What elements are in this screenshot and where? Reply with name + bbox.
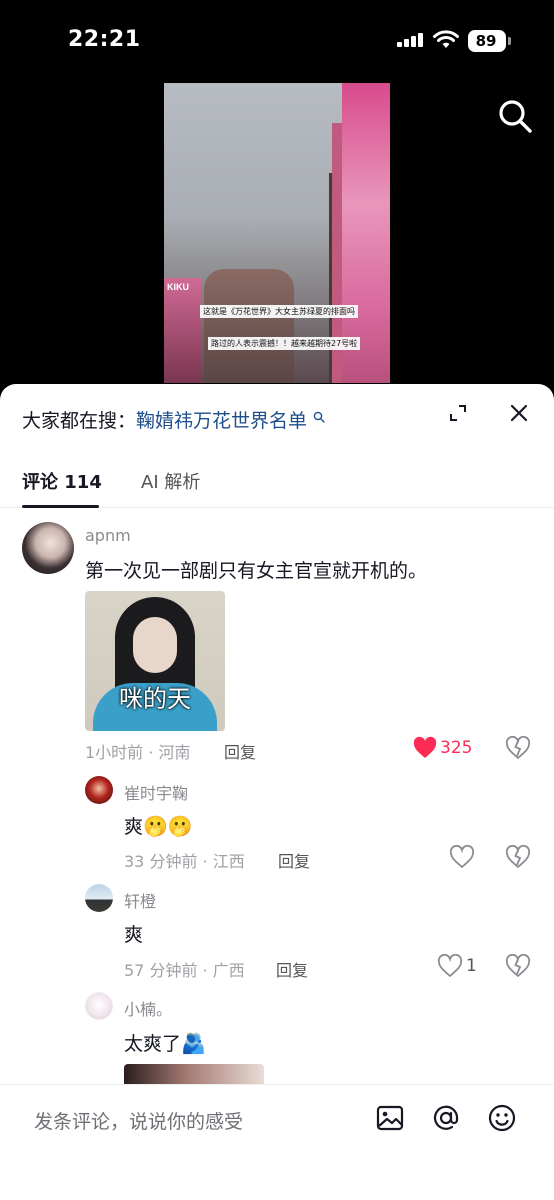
- reply-text: 爽🫢🫢: [124, 812, 193, 839]
- reply-username[interactable]: 轩橙: [124, 888, 156, 912]
- comment-tabs: 评论 114 AI 解析: [0, 454, 554, 508]
- search-icon[interactable]: [497, 98, 533, 134]
- dislike-broken-heart-icon[interactable]: [505, 736, 531, 760]
- reply-avatar[interactable]: [85, 776, 113, 804]
- wifi-icon: [433, 30, 459, 48]
- reply-avatar[interactable]: [85, 992, 113, 1020]
- comment-username[interactable]: apnm: [85, 526, 131, 545]
- reply-text-content: 太爽了: [124, 1033, 182, 1055]
- reply-username[interactable]: 小楠。: [124, 996, 172, 1020]
- like-heart-icon[interactable]: [449, 845, 475, 869]
- active-tab-indicator: [22, 505, 99, 508]
- reply-emoji: 🫂: [181, 1031, 206, 1055]
- status-bar: 22:21 89: [0, 0, 554, 80]
- reply-button[interactable]: 回复: [278, 848, 310, 872]
- battery-cap: [508, 37, 511, 45]
- comment-meta: 1小时前 · 河南: [85, 743, 191, 762]
- video-player[interactable]: KIKU 这就是《万花世界》大女主苏绿夏的排面吗 路过的人表示震撼！！越来越期待…: [164, 83, 390, 383]
- sticker-caption: 咪的天: [119, 685, 191, 713]
- video-caption-2: 路过的人表示震撼！！越来越期待27号啦: [208, 337, 361, 350]
- dislike-broken-heart-icon[interactable]: [505, 954, 531, 978]
- video-banner-text: KIKU: [167, 282, 189, 292]
- tab-comments[interactable]: 评论 114: [22, 468, 102, 494]
- video-building: [204, 269, 294, 383]
- dislike-broken-heart-icon[interactable]: [505, 845, 531, 869]
- reply-emoji: 🫢🫢: [143, 814, 193, 838]
- comment-input[interactable]: 发条评论，说说你的感受: [34, 1107, 243, 1134]
- image-icon[interactable]: [375, 1103, 405, 1133]
- trending-search-prefix: 大家都在搜：: [22, 410, 137, 432]
- trending-search[interactable]: 大家都在搜：鞠婧祎万花世界名单: [22, 406, 325, 433]
- cellular-signal-icon: [397, 33, 423, 47]
- battery-icon: 89: [468, 30, 506, 52]
- video-banner-left: KIKU: [164, 278, 202, 383]
- comment-input-bar: 发条评论，说说你的感受: [0, 1084, 554, 1200]
- tab-ai-analysis[interactable]: AI 解析: [141, 468, 200, 494]
- like-count: 325: [440, 738, 473, 758]
- video-caption-1: 这就是《万花世界》大女主苏绿夏的排面吗: [200, 305, 358, 318]
- reply-text: 爽: [124, 924, 144, 946]
- emoji-icon[interactable]: [487, 1103, 517, 1133]
- reply-text-content: 爽: [124, 816, 144, 838]
- like-count: 1: [466, 956, 477, 976]
- expand-icon[interactable]: [447, 402, 469, 424]
- reply-username[interactable]: 崔时宇鞠: [124, 780, 188, 804]
- battery-level: 89: [475, 32, 497, 50]
- reply-avatar[interactable]: [85, 884, 113, 912]
- reply-button[interactable]: 回复: [224, 739, 256, 763]
- avatar[interactable]: [22, 522, 74, 574]
- trending-search-keyword[interactable]: 鞠婧祎万花世界名单: [136, 410, 307, 432]
- like-heart-icon[interactable]: [437, 954, 463, 978]
- reply-meta: 57 分钟前 · 广西: [124, 961, 245, 980]
- at-icon[interactable]: [431, 1103, 461, 1133]
- comment-text: 第一次见一部剧只有女主官宣就开机的。: [85, 560, 428, 582]
- status-time: 22:21: [68, 27, 141, 52]
- close-icon[interactable]: [508, 402, 530, 424]
- comment-panel: 大家都在搜：鞠婧祎万花世界名单 评论 114 AI 解析 apnm 第一次见一部…: [0, 384, 554, 1200]
- comment-sticker-image[interactable]: 咪的天: [85, 591, 225, 731]
- reply-meta: 33 分钟前 · 江西: [124, 852, 245, 871]
- like-heart-icon[interactable]: [412, 736, 438, 760]
- reply-text: 太爽了🫂: [124, 1029, 206, 1056]
- small-search-icon: [313, 411, 325, 423]
- reply-button[interactable]: 回复: [276, 957, 308, 981]
